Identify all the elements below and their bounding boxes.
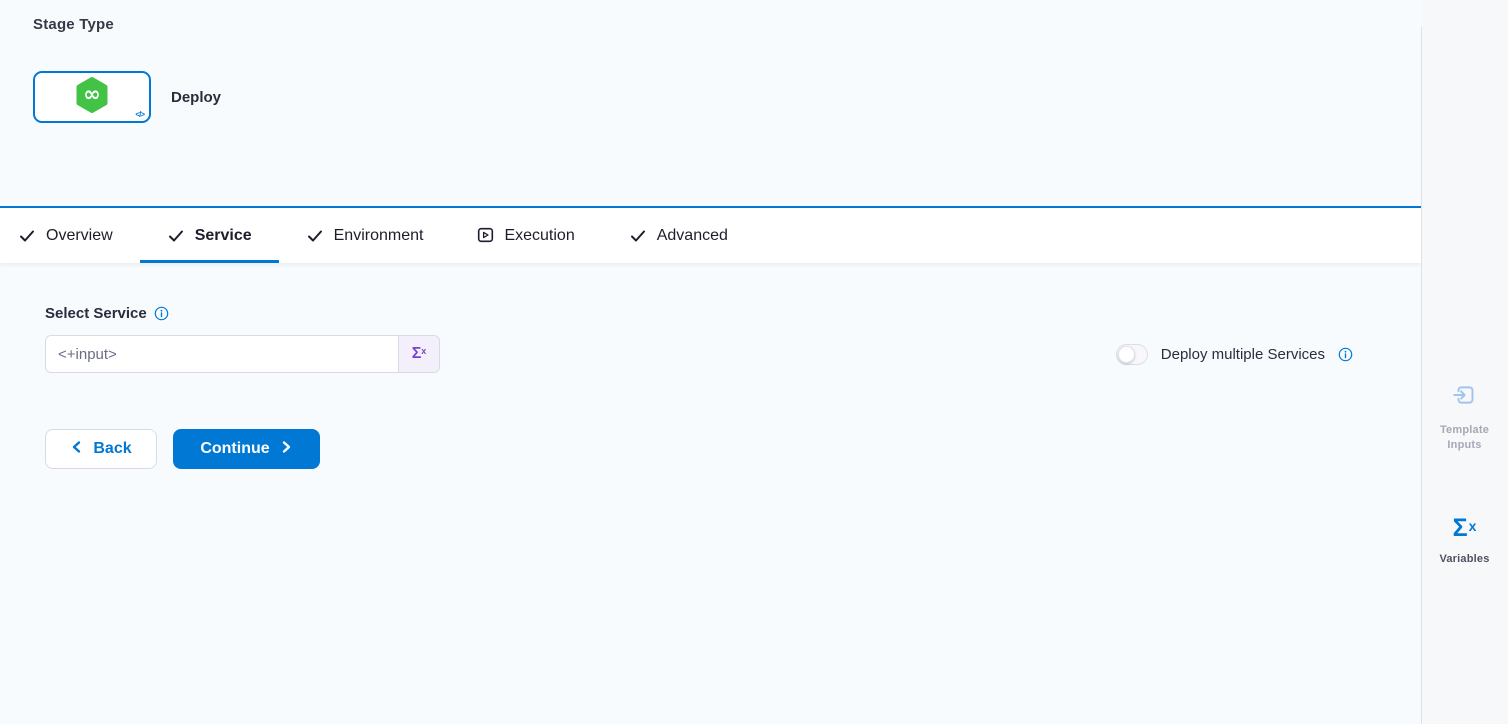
tab-advanced[interactable]: Advanced (602, 208, 755, 263)
tab-label: Overview (46, 227, 113, 245)
tab-overview[interactable]: Overview (18, 208, 140, 263)
wizard-buttons-row: Back Continue (45, 429, 1421, 469)
stage-type-row: ∞ </> Deploy (33, 71, 1421, 123)
tab-label: Service (195, 227, 252, 245)
tab-label: Advanced (657, 227, 728, 245)
tab-label: Execution (504, 227, 574, 245)
service-tab-content: Select Service Σ x (0, 263, 1421, 469)
check-icon (629, 227, 647, 245)
select-service-input-group: Σ x (45, 335, 440, 373)
stage-config-tabbar: Overview Service Environment (0, 208, 1421, 263)
select-service-label: Select Service (45, 305, 147, 322)
tab-execution[interactable]: Execution (450, 208, 601, 263)
deploy-multiple-services-toggle[interactable] (1116, 344, 1148, 365)
template-inputs-icon (1451, 381, 1479, 414)
stage-type-title: Stage Type (33, 16, 1421, 33)
chevron-right-icon (279, 440, 293, 459)
tab-environment[interactable]: Environment (279, 208, 451, 263)
deploy-multiple-services-label: Deploy multiple Services (1161, 346, 1325, 363)
deploy-stage-card[interactable]: ∞ </> (33, 71, 151, 123)
variables-label: Variables (1433, 552, 1495, 567)
toggle-knob (1118, 346, 1135, 363)
template-inputs-label: Template Inputs (1421, 423, 1508, 453)
deploy-multiple-services-group: Deploy multiple Services (1116, 344, 1353, 365)
service-form-row: Σ x Deploy multiple Services (45, 335, 1421, 373)
sigma-glyph: Σ (412, 344, 422, 364)
template-inputs-rail-item[interactable]: Template Inputs (1421, 381, 1508, 453)
chevron-left-icon (70, 440, 84, 459)
continue-button-label: Continue (200, 440, 269, 458)
check-icon (167, 227, 185, 245)
svg-text:∞: ∞ (83, 82, 101, 106)
sigma-x-glyph: x (1469, 518, 1477, 534)
check-icon (306, 227, 324, 245)
app: Stage Type ∞ </> Deploy (0, 0, 1508, 724)
tab-label: Environment (334, 227, 424, 245)
sigma-sup-x: x (421, 345, 426, 357)
back-button-label: Back (93, 440, 131, 458)
cd-infinity-hexagon-icon: ∞ (74, 76, 110, 119)
main-panel: Stage Type ∞ </> Deploy (0, 0, 1421, 724)
sigma-glyph: Σ (1453, 513, 1468, 543)
code-icon: </> (135, 110, 144, 119)
runtime-input-sigma-button[interactable]: Σ x (398, 335, 440, 373)
check-icon (18, 227, 36, 245)
info-icon[interactable] (154, 306, 169, 321)
stage-name-label: Deploy (171, 89, 221, 106)
sigma-x-icon: Σ x (1453, 513, 1477, 543)
tab-service[interactable]: Service (140, 208, 279, 263)
right-rail: Template Inputs Σ x Variables (1421, 0, 1508, 724)
stage-type-section: Stage Type ∞ </> Deploy (0, 0, 1421, 208)
back-button[interactable]: Back (45, 429, 157, 469)
continue-button[interactable]: Continue (173, 429, 320, 469)
play-box-icon (477, 227, 494, 244)
select-service-input[interactable] (45, 335, 398, 373)
variables-rail-item[interactable]: Σ x Variables (1421, 513, 1508, 567)
info-icon[interactable] (1338, 347, 1353, 362)
select-service-label-row: Select Service (45, 305, 1421, 322)
